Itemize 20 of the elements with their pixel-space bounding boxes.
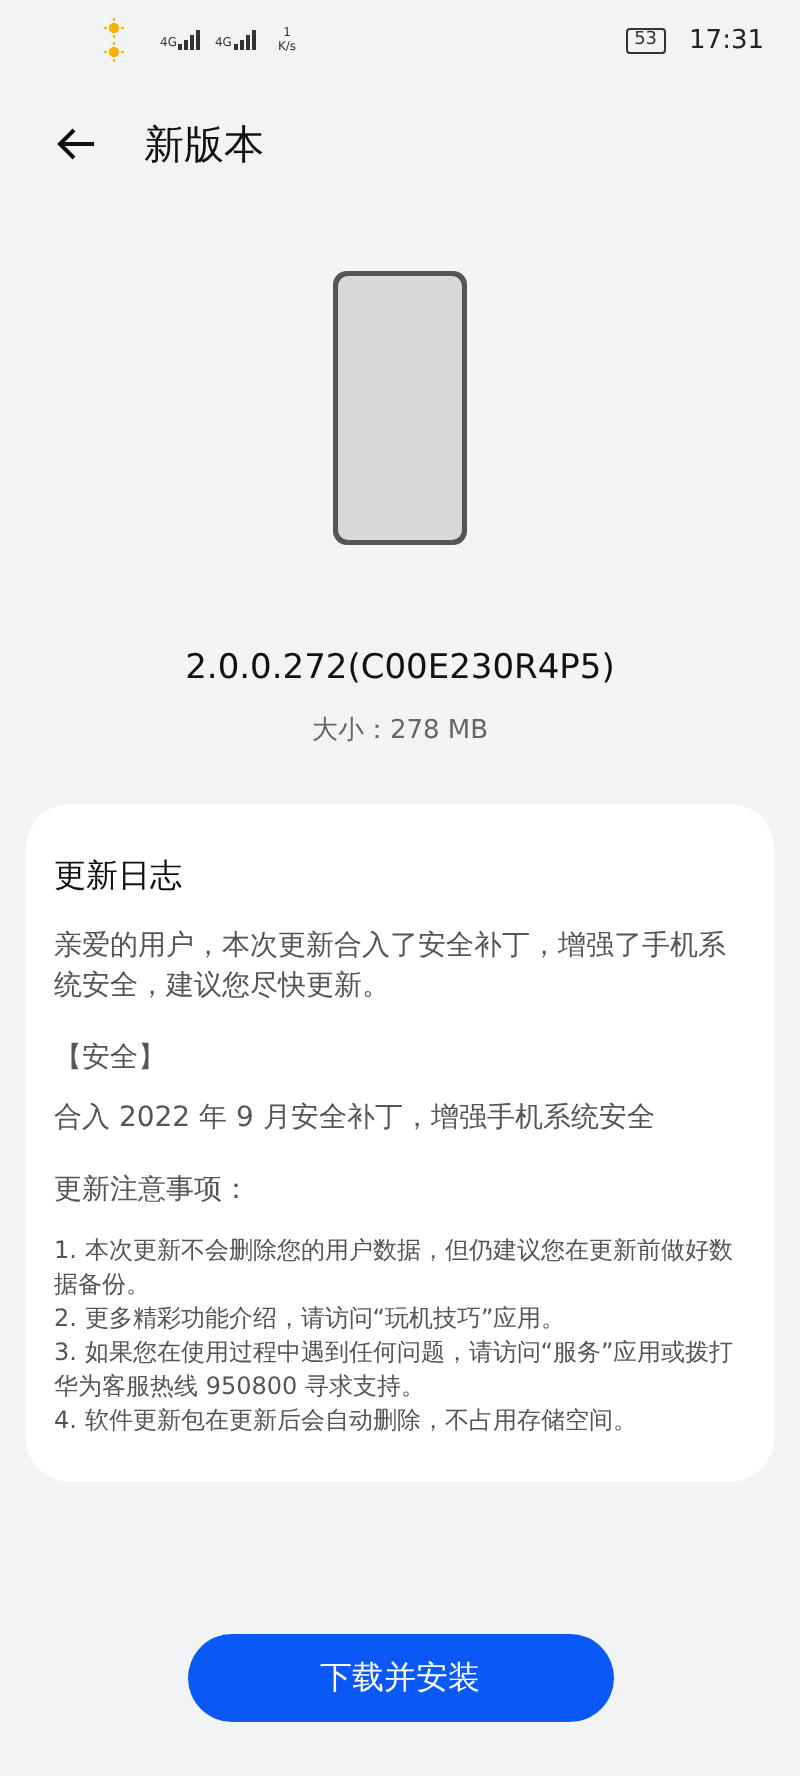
note-text: 3. 如果您在使用过程中遇到任何问题，请访问“服务”应用或拨打华为客服热线 950800 寻求支持。 bbox=[54, 1336, 736, 1404]
clock: 17:31 bbox=[689, 25, 764, 55]
note-text: 2. 更多精彩功能介绍，请访问“玩机技巧”应用。 bbox=[54, 1302, 568, 1336]
intro-text: 亲爱的用户，本次更新合入了安全补丁，增强了手机系统安全，建议您尽快更新。 bbox=[54, 928, 728, 1006]
sun-icon bbox=[104, 42, 124, 62]
note-text: 1. 本次更新不会删除您的用户数据，但仍建议您在更新前做好数据备份。 bbox=[54, 1234, 735, 1302]
changelog-title: 更新日志 bbox=[54, 856, 184, 898]
sun-icon bbox=[104, 18, 124, 38]
version-number: 2.0.0.272(C00E230R4P5) bbox=[183, 648, 617, 688]
section-text: 合入 2022 年 9 月安全补丁，增强手机系统安全 bbox=[54, 1100, 657, 1138]
install-button[interactable]: 下载并安装 bbox=[187, 1634, 613, 1722]
signal-icon bbox=[178, 30, 203, 50]
phone-icon bbox=[330, 268, 470, 548]
notes-title: 更新注意事项： bbox=[54, 1172, 252, 1210]
battery-level: 53 bbox=[626, 27, 666, 53]
section-heading: 【安全】 bbox=[54, 1040, 168, 1078]
package-size: 大小：278 MB bbox=[309, 714, 491, 748]
page-title: 新版本 bbox=[144, 117, 264, 171]
signal-icon bbox=[233, 30, 258, 50]
note-text: 4. 软件更新包在更新后会自动删除，不占用存储空间。 bbox=[54, 1404, 639, 1438]
